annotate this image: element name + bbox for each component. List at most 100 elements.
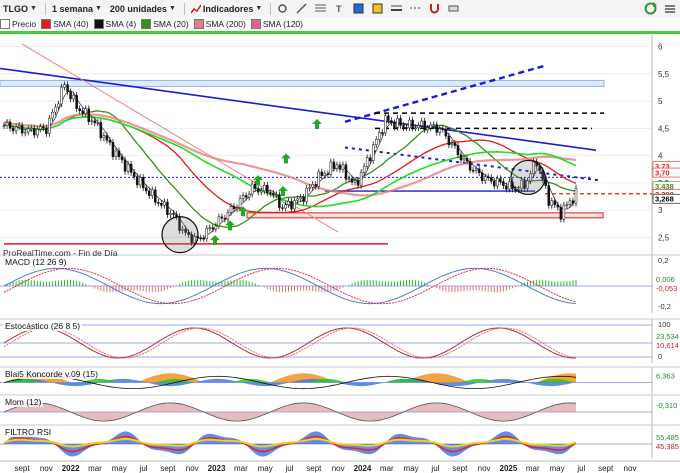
price-tick-label: 2,5 xyxy=(658,233,670,242)
legend-swatch xyxy=(0,19,10,29)
magnet-icon[interactable] xyxy=(426,1,443,16)
candle-body xyxy=(444,129,448,137)
draw-line-icon[interactable] xyxy=(293,1,310,16)
x-axis-tick-label: jul xyxy=(576,464,585,473)
candle-body xyxy=(562,204,566,220)
x-axis-tick-label: jul xyxy=(430,464,439,473)
indicator-panel-title[interactable]: Blai5 Koncorde v.09 (15) xyxy=(3,369,100,379)
candle-body xyxy=(123,159,127,172)
symbol-selector[interactable]: TLGO ▼ xyxy=(0,1,40,16)
legend-swatch xyxy=(193,19,204,29)
candle-body xyxy=(72,94,75,100)
candle-body xyxy=(368,157,372,161)
x-axis-tick-label: sept xyxy=(306,464,322,473)
legend-item[interactable]: SMA (120) xyxy=(250,19,303,29)
candle-body xyxy=(393,122,396,128)
x-axis: sept nov 2022 mar may jul sept nov 2023 mar may jul… xyxy=(0,460,680,473)
period-selector[interactable]: 1 semana ▼ xyxy=(49,1,105,16)
candle-body xyxy=(132,172,136,177)
candle-body xyxy=(45,127,48,134)
price-tick-label: 4,5 xyxy=(658,124,670,133)
x-axis-tick-label: may xyxy=(549,464,564,473)
line-style-icon[interactable] xyxy=(407,1,424,16)
settings-wrench-icon[interactable] xyxy=(274,1,291,16)
indicator-panel-title[interactable]: Estocástico (26 8 5) xyxy=(3,321,83,331)
period-label: 1 semana xyxy=(51,3,93,14)
x-axis-tick-label: may xyxy=(258,464,273,473)
x-axis-tick-label: nov xyxy=(40,464,53,473)
candle-body xyxy=(220,216,224,219)
candle-body xyxy=(471,169,475,172)
candle-body xyxy=(314,184,317,187)
eraser-icon[interactable] xyxy=(445,1,462,16)
color-picker-icon[interactable] xyxy=(350,1,367,16)
candle-body xyxy=(311,184,314,188)
candle-body xyxy=(459,154,463,161)
candle-body xyxy=(480,172,484,181)
candle-body xyxy=(57,103,60,108)
price-value-label: 3,268 xyxy=(655,195,674,204)
candle-body xyxy=(105,135,109,141)
x-axis-tick-label: nov xyxy=(332,464,345,473)
menu-icon[interactable] xyxy=(662,1,678,16)
x-axis-tick-label: nov xyxy=(478,464,491,473)
candle-body xyxy=(226,212,230,220)
refresh-icon[interactable] xyxy=(641,1,660,16)
candle-body xyxy=(568,200,572,205)
candle-body xyxy=(284,204,287,209)
legend-item[interactable]: SMA (200) xyxy=(193,19,246,29)
legend-item[interactable]: SMA (40) xyxy=(41,19,89,29)
candle-body xyxy=(66,84,69,92)
x-axis-tick-label: sept xyxy=(160,464,176,473)
legend-label: SMA (40) xyxy=(53,19,89,29)
indicator-panel-title[interactable]: MACD (12 26 9) xyxy=(3,257,69,267)
panel-value-label: 23,534 xyxy=(656,332,679,341)
candle-body xyxy=(250,183,254,195)
candle-body xyxy=(211,227,215,230)
candle-body xyxy=(450,143,454,146)
candle-body xyxy=(496,178,499,187)
legend-label: SMA (120) xyxy=(262,19,303,29)
candle-body xyxy=(42,126,45,129)
candle-body xyxy=(326,173,330,175)
indicator-panel-title[interactable]: FILTRO RSI xyxy=(3,427,54,437)
candle-body xyxy=(126,163,130,172)
x-axis-tick-label: may xyxy=(404,464,419,473)
text-tool-icon[interactable]: T xyxy=(331,1,348,16)
line-width-icon[interactable] xyxy=(388,1,405,16)
candle-body xyxy=(144,187,148,192)
candle-body xyxy=(117,150,121,157)
candle-body xyxy=(378,132,381,140)
candle-body xyxy=(26,128,30,133)
candle-body xyxy=(247,193,251,198)
indicators-button[interactable]: Indicadores ▼ xyxy=(188,1,265,16)
candle-body xyxy=(148,190,151,196)
fibonacci-icon[interactable] xyxy=(312,1,329,16)
candle-body xyxy=(499,178,502,182)
legend-item[interactable]: SMA (4) xyxy=(93,19,136,29)
candle-body xyxy=(405,127,408,129)
indicator-panel-title[interactable]: Mom (12) xyxy=(3,397,44,407)
buy-signal-arrow-icon xyxy=(253,175,263,186)
candle-body xyxy=(423,120,426,131)
candle-body xyxy=(365,157,369,167)
legend-item[interactable]: SMA (20) xyxy=(141,19,189,29)
candle-body xyxy=(375,139,378,145)
candle-body xyxy=(90,120,94,123)
candle-body xyxy=(490,177,493,182)
legend-swatch xyxy=(93,19,104,29)
color-picker-icon[interactable] xyxy=(369,1,386,16)
units-selector[interactable]: 200 unidades ▼ xyxy=(107,1,179,16)
legend-item[interactable]: Precio xyxy=(0,19,36,29)
candle-body xyxy=(565,204,569,206)
candle-body xyxy=(387,115,390,121)
sma40-line xyxy=(3,116,577,214)
candle-body xyxy=(205,227,209,239)
candle-body xyxy=(359,172,363,186)
candle-body xyxy=(453,143,457,146)
candle-body xyxy=(547,185,551,206)
x-axis-tick-label: may xyxy=(112,464,127,473)
candle-body xyxy=(341,164,345,170)
x-axis-tick-label: sept xyxy=(452,464,468,473)
candle-body xyxy=(259,190,263,193)
